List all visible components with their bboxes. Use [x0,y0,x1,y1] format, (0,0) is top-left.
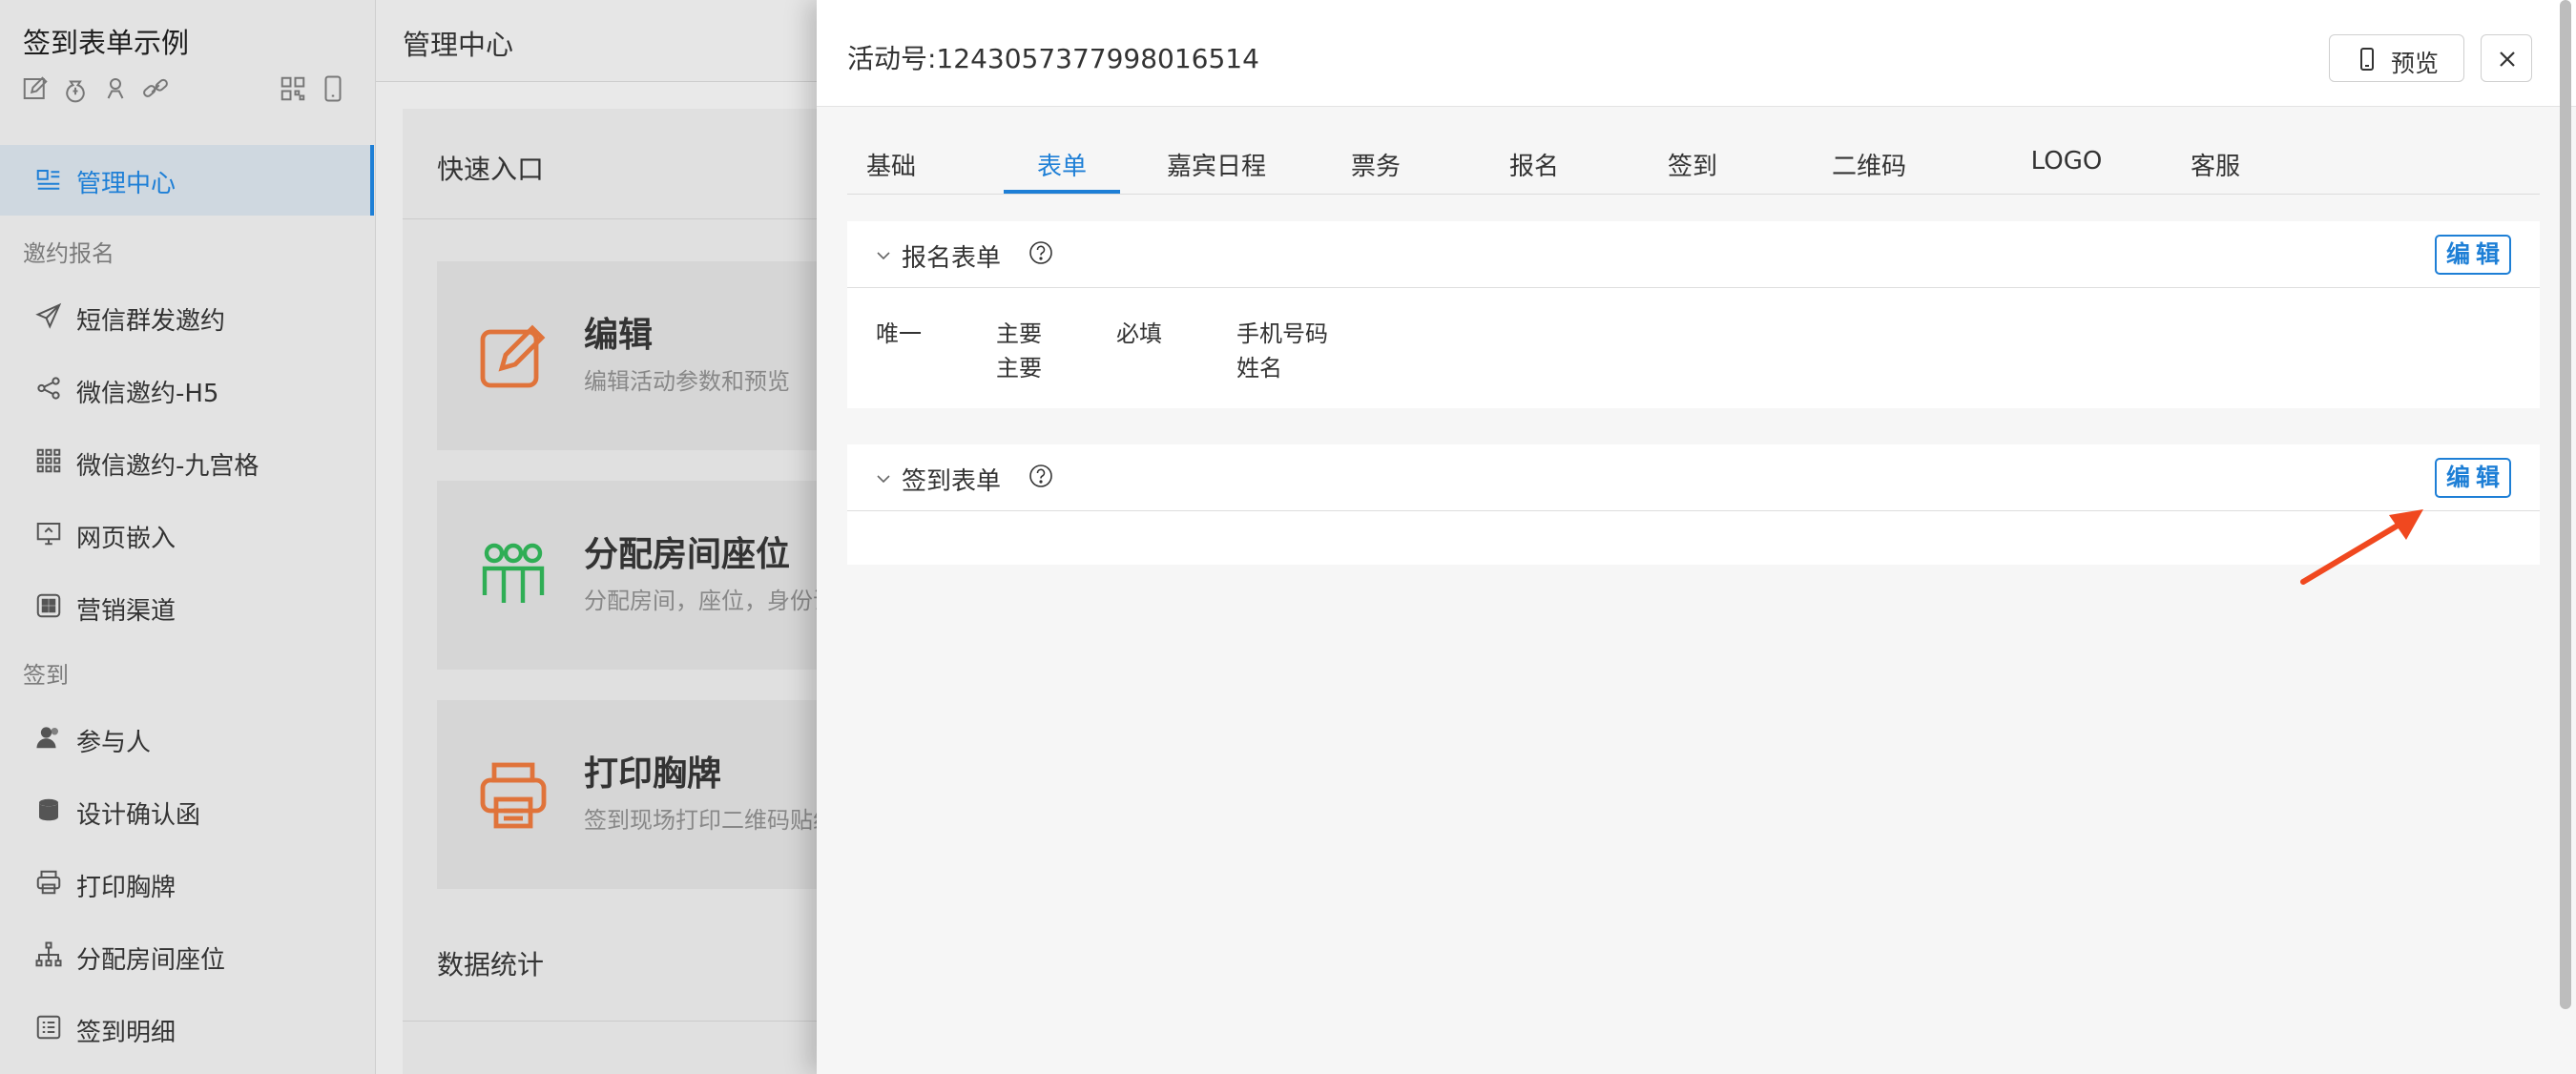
tab-basic[interactable]: 基础 [861,147,922,195]
monitor-icon [36,523,61,546]
sidebar-item-label: 营销渠道 [76,597,177,626]
tab-ticketing[interactable]: 票务 [1345,147,1406,195]
preview-button[interactable]: 预览 [2329,34,2464,82]
close-icon [2500,52,2515,67]
edit-icon [480,324,546,388]
card-desc: 编辑活动参数和预览 [584,368,790,395]
sidebar-item-label: 设计确认函 [76,801,201,830]
share-icon [37,377,60,400]
dashboard-icon [36,170,60,190]
edit-button[interactable]: 编辑 [2435,458,2511,498]
sidebar-item-label: 管理中心 [76,170,177,198]
sidebar-item-label: 打印胸牌 [76,874,177,902]
grid-icon [36,448,61,473]
sidebar-item-web-embed[interactable]: 网页嵌入 [0,502,374,568]
field-cell: 必填 [1116,320,1162,347]
active-tab-indicator [1004,190,1120,194]
quick-entry-title: 快速入口 [437,154,545,185]
tab-registration[interactable]: 报名 [1504,147,1565,195]
sidebar-group-checkin: 签到 [23,662,69,689]
sidebar-item-print-badge[interactable]: 打印胸牌 [0,851,374,918]
printer-icon [36,870,61,895]
sidebar-item-wechat-grid[interactable]: 微信邀约-九宫格 [0,429,374,496]
sidebar-item-label: 网页嵌入 [76,525,177,553]
link-icon[interactable] [141,74,170,103]
sidebar-item-wechat-h5[interactable]: 微信邀约-H5 [0,357,374,423]
page-title: 管理中心 [403,29,514,61]
field-column-required: 必填 [1116,317,1162,351]
field-column-names: 手机号码 姓名 [1236,317,1328,385]
field-cell: 主要 [996,355,1042,382]
drawer-title: 活动号:1243057377998016514 [847,43,1259,74]
person-icon[interactable] [101,74,130,103]
section-header[interactable]: 签到表单 编辑 [847,444,2540,511]
printer-icon [480,762,547,829]
sidebar-item-label: 签到明细 [76,1019,177,1047]
stats-title: 数据统计 [437,949,545,981]
tab-qrcode[interactable]: 二维码 [1826,147,1912,195]
help-icon[interactable] [1028,464,1053,488]
sidebar-item-label: 短信群发邀约 [76,307,226,336]
chevron-down-icon[interactable] [876,248,891,263]
annotation-arrow-icon [2300,509,2423,585]
users-icon [36,727,58,749]
section-title: 报名表单 [902,244,1002,273]
mobile-icon[interactable] [319,74,347,103]
section-title: 签到表单 [902,467,1002,496]
drawer-tabs: 基础 表单 嘉宾日程 票务 报名 签到 二维码 LOGO 客服 [847,134,2540,195]
sidebar-item-checkin-detail[interactable]: 签到明细 [0,996,374,1063]
field-column-primary: 主要 主要 [996,317,1042,385]
tab-guest-schedule[interactable]: 嘉宾日程 [1164,147,1269,195]
sidebar-item-participants[interactable]: 参与人 [0,706,374,773]
preview-label: 预览 [2391,50,2440,77]
tab-logo[interactable]: LOGO [2000,147,2133,195]
card-title: 编辑 [584,316,654,355]
sidebar-item-label: 分配房间座位 [76,946,226,975]
help-icon[interactable] [1028,240,1053,265]
sidebar-item-assign-seats[interactable]: 分配房间座位 [0,923,374,990]
org-chart-icon [35,941,62,967]
sidebar-toolbar [21,74,355,109]
apps-icon [36,593,61,618]
edit-icon[interactable] [21,74,50,103]
field-cell: 手机号码 [1236,320,1328,347]
tab-customer-service[interactable]: 客服 [2185,147,2246,195]
tab-form[interactable]: 表单 [1004,147,1120,195]
database-icon [39,798,58,821]
card-title: 分配房间座位 [584,535,791,574]
close-button[interactable] [2481,34,2532,82]
tab-checkin[interactable]: 签到 [1662,147,1723,195]
section-header[interactable]: 报名表单 编辑 [847,221,2540,288]
drawer-header: 活动号:1243057377998016514 预览 [817,0,2576,107]
sidebar-item-label: 参与人 [76,729,152,757]
mobile-icon [2360,48,2374,71]
field-column-unique: 唯一 [876,317,922,351]
scrollbar[interactable] [2560,0,2571,1009]
money-bag-icon[interactable] [61,74,90,103]
card-desc: 签到现场打印二维码贴纸 [584,807,836,834]
sidebar-item-label: 微信邀约-九宫格 [76,452,260,481]
registration-form-section: 报名表单 编辑 唯一 主要 主要 必填 手机号码 姓名 [847,221,2540,408]
chevron-down-icon[interactable] [876,471,891,486]
field-cell: 主要 [996,320,1042,347]
checkin-form-section: 签到表单 编辑 [847,444,2540,565]
sidebar: 签到表单示例 管理中心 邀约报名 短信群发邀约 微信邀约-H5 微信邀约-九宫格… [0,0,376,1074]
sidebar-item-label: 微信邀约-H5 [76,380,219,408]
send-icon [35,302,62,329]
sidebar-group-invite: 邀约报名 [23,240,114,267]
card-title: 打印胸牌 [584,754,722,794]
sidebar-item-marketing[interactable]: 营销渠道 [0,574,374,641]
qrcode-icon[interactable] [279,74,307,103]
sidebar-item-dashboard[interactable]: 管理中心 [0,145,374,216]
app-title: 签到表单示例 [23,27,190,59]
team-icon [482,543,545,603]
edit-button[interactable]: 编辑 [2435,235,2511,275]
sidebar-item-confirmation[interactable]: 设计确认函 [0,778,374,845]
field-cell: 姓名 [1236,355,1282,382]
list-icon [36,1015,61,1040]
sidebar-item-sms-invite[interactable]: 短信群发邀约 [0,284,374,351]
card-desc: 分配房间，座位，身份证 [584,588,836,614]
field-cell: 唯一 [876,320,922,347]
